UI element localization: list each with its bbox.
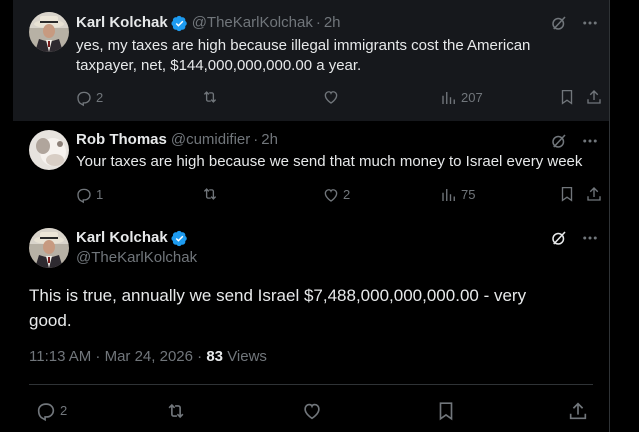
avatar-image-icon <box>29 12 69 52</box>
separator-dot: · <box>253 131 259 148</box>
share-button[interactable] <box>585 88 603 106</box>
timeline-column: Karl Kolchak @TheKarlKolchak · 2h yes, m… <box>13 0 609 432</box>
views-button[interactable]: 207 <box>440 88 483 108</box>
post-text: Your taxes are high because we send that… <box>76 152 596 172</box>
author-name[interactable]: Karl Kolchak <box>76 13 168 33</box>
more-icon[interactable] <box>581 132 599 150</box>
share-button[interactable] <box>567 400 589 422</box>
post-time[interactable]: 2h <box>324 13 341 33</box>
author-handle[interactable]: @TheKarlKolchak <box>192 13 313 33</box>
views-count: 75 <box>461 187 476 202</box>
post-top-actions <box>550 14 599 32</box>
post-header: Karl Kolchak @TheKarlKolchak · 2h <box>76 13 341 33</box>
avatar-image-icon <box>29 130 69 170</box>
views-button[interactable]: 75 <box>440 185 475 205</box>
post-time[interactable]: 2h <box>261 130 278 150</box>
bookmark-icon <box>561 89 573 105</box>
post-actions: 2 207 <box>75 88 601 108</box>
reply-count: 2 <box>96 90 104 105</box>
author-handle[interactable]: @cumidifier <box>171 130 250 150</box>
post-text-line: Your taxes are high because we send that… <box>76 153 583 170</box>
like-button[interactable] <box>301 400 323 422</box>
reply-icon <box>77 91 91 107</box>
more-icon[interactable] <box>581 14 599 32</box>
reply-post-2[interactable]: Rob Thomas @cumidifier · 2h Your taxes a… <box>13 121 609 213</box>
bookmark-button[interactable] <box>558 88 576 106</box>
reply-count: 2 <box>60 403 68 418</box>
post-top-actions <box>550 229 599 247</box>
repost-icon <box>203 188 217 200</box>
repost-icon <box>168 403 184 419</box>
views-icon <box>442 189 455 201</box>
reply-count: 1 <box>96 187 104 202</box>
reply-button[interactable]: 2 <box>75 88 103 108</box>
repost-button[interactable] <box>165 400 187 422</box>
avatar[interactable] <box>29 228 69 268</box>
repost-button[interactable] <box>201 185 219 203</box>
verified-badge-icon <box>171 15 187 31</box>
like-button[interactable]: 2 <box>322 185 350 205</box>
view-count: 83 <box>206 348 224 365</box>
post-text-line: This is true, annually we send Israel $7… <box>29 286 527 305</box>
divider <box>29 384 593 385</box>
reply-icon <box>77 188 91 204</box>
separator-dot: · <box>197 348 207 365</box>
post-header: Rob Thomas @cumidifier · 2h <box>76 130 278 150</box>
reply-post-1[interactable]: Karl Kolchak @TheKarlKolchak · 2h yes, m… <box>13 0 609 121</box>
post-text-line: good. <box>29 311 72 330</box>
more-icon[interactable] <box>581 229 599 247</box>
bookmark-button[interactable] <box>435 400 457 422</box>
main-post-header: Karl Kolchak <box>76 228 188 248</box>
like-icon <box>304 403 320 420</box>
like-count: 2 <box>343 187 351 202</box>
repost-icon <box>203 91 217 103</box>
bookmark-icon <box>561 186 573 202</box>
like-button[interactable] <box>322 88 340 106</box>
author-name[interactable]: Rob Thomas <box>76 130 167 150</box>
views-label: Views <box>227 348 267 365</box>
grok-icon[interactable] <box>550 132 568 150</box>
separator-dot: · <box>315 14 321 31</box>
reply-icon <box>37 403 55 422</box>
main-post-actions: 2 <box>29 398 605 422</box>
post-text-line: taxpayer, net, $144,000,000,000.00 a yea… <box>76 57 362 74</box>
grok-icon[interactable] <box>550 229 568 247</box>
author-name[interactable]: Karl Kolchak <box>76 228 168 248</box>
reply-button[interactable]: 1 <box>75 185 103 205</box>
views-icon <box>442 92 455 104</box>
avatar-image-icon <box>29 228 69 268</box>
bookmark-button[interactable] <box>558 185 576 203</box>
repost-button[interactable] <box>201 88 219 106</box>
share-icon <box>569 402 587 420</box>
post-top-actions <box>550 132 599 150</box>
grok-icon[interactable] <box>550 14 568 32</box>
avatar[interactable] <box>29 12 69 52</box>
avatar[interactable] <box>29 130 69 170</box>
verified-badge-icon <box>171 230 187 246</box>
bookmark-icon <box>439 402 453 421</box>
post-meta: 11:13 AM · Mar 24, 2026 · 83 Views <box>29 347 267 367</box>
main-post-text: This is true, annually we send Israel $7… <box>29 283 589 333</box>
views-count: 207 <box>461 90 483 105</box>
share-button[interactable] <box>585 185 603 203</box>
reply-button[interactable]: 2 <box>35 400 67 422</box>
post-text-line: yes, my taxes are high because illegal i… <box>76 37 531 54</box>
post-timestamp[interactable]: 11:13 AM · Mar 24, 2026 <box>29 348 193 365</box>
column-border <box>609 0 610 432</box>
share-icon <box>587 187 601 201</box>
author-handle[interactable]: @TheKarlKolchak <box>76 248 197 268</box>
main-post-handle-row: @TheKarlKolchak <box>76 248 197 268</box>
post-text: yes, my taxes are high because illegal i… <box>76 36 586 76</box>
share-icon <box>587 90 601 104</box>
like-icon <box>324 91 338 104</box>
like-icon <box>324 189 338 202</box>
post-actions: 1 2 75 <box>75 185 601 205</box>
